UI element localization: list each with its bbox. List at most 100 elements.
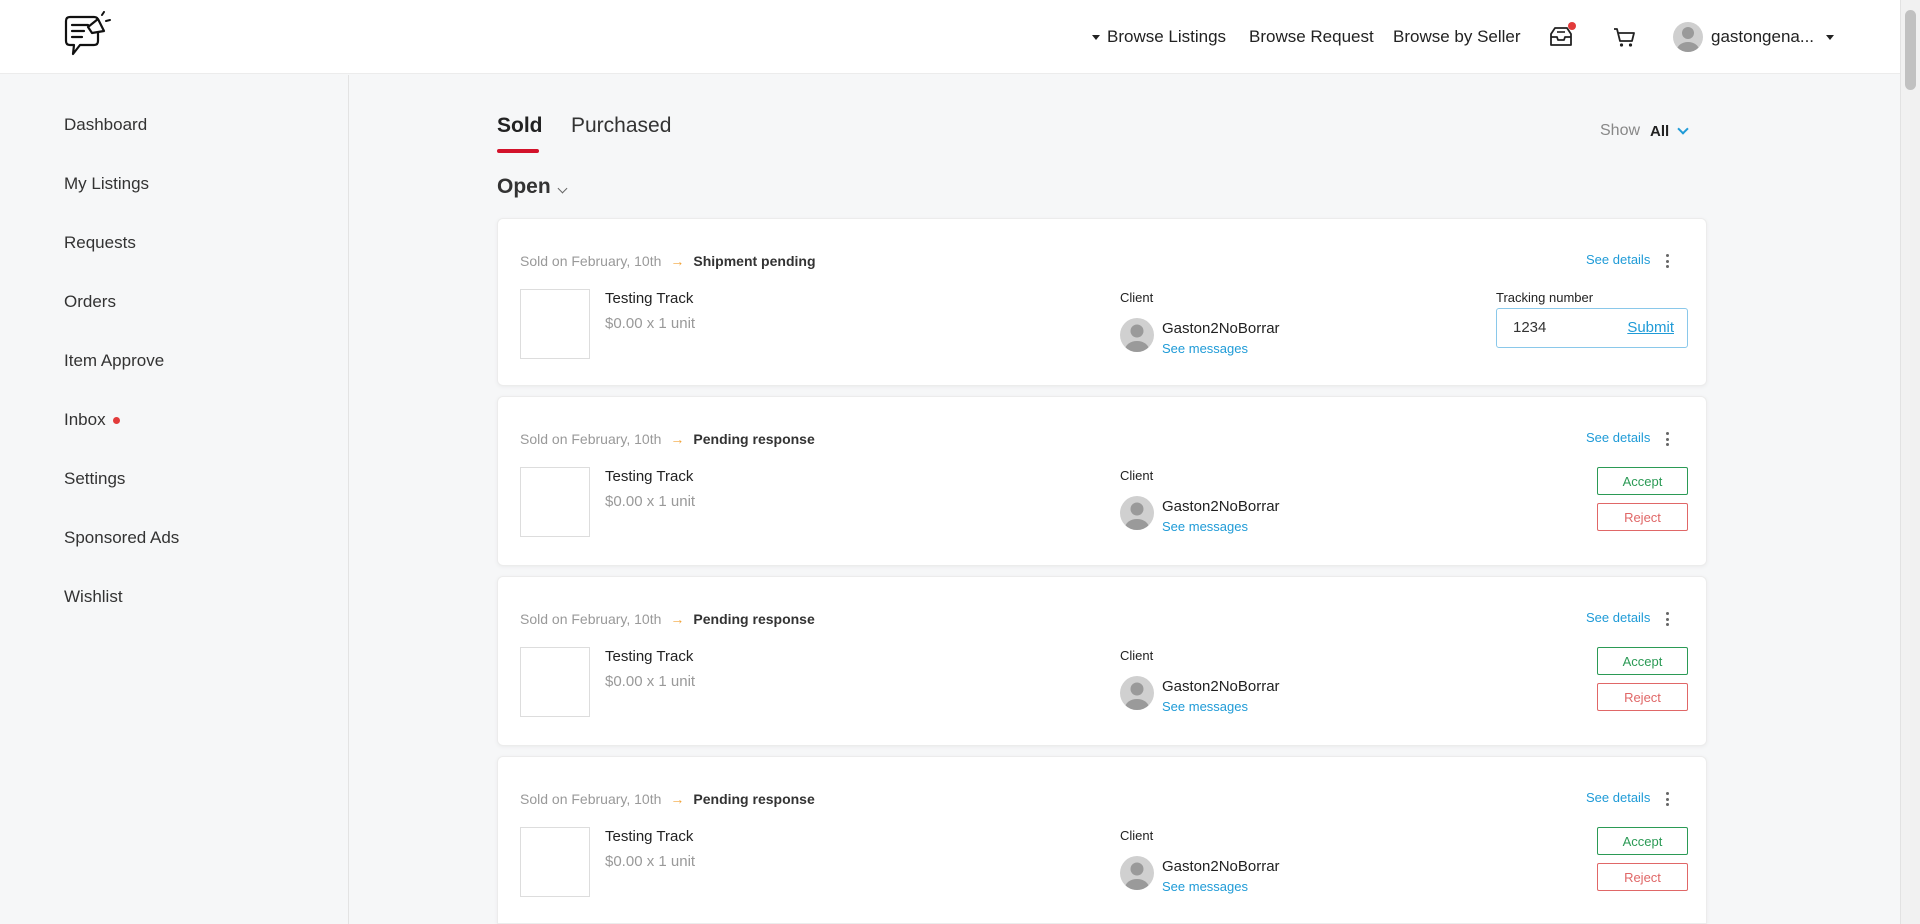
notification-dot [1568, 22, 1576, 30]
client-name: Gaston2NoBorrar [1162, 320, 1280, 337]
browse-request-label: Browse Request [1249, 27, 1374, 46]
item-thumbnail[interactable] [520, 647, 590, 717]
more-options-icon[interactable] [1662, 790, 1672, 808]
show-label: Show [1600, 122, 1641, 139]
caret-down-icon [1826, 34, 1835, 40]
tracking-number-field: Submit [1496, 308, 1688, 348]
top-header: Browse Listings Browse Request Browse by… [0, 0, 1900, 74]
submit-tracking-button[interactable]: Submit [1627, 319, 1674, 336]
browse-by-seller-link[interactable]: Browse by Seller [1393, 0, 1521, 74]
client-name: Gaston2NoBorrar [1162, 858, 1280, 875]
tracking-number-input[interactable] [1513, 319, 1613, 336]
see-details-link[interactable]: See details [1586, 610, 1650, 625]
more-options-icon[interactable] [1662, 252, 1672, 270]
client-avatar [1120, 496, 1154, 530]
sidebar-item-label: Wishlist [64, 587, 123, 606]
inbox-tray-icon[interactable] [1547, 22, 1576, 50]
sidebar-item-my-listings[interactable]: My Listings [64, 174, 149, 194]
browse-listings-menu[interactable]: Browse Listings [1092, 0, 1226, 74]
sidebar-item-wishlist[interactable]: Wishlist [64, 587, 123, 607]
order-status-line: Sold on February, 10th → Pending respons… [520, 431, 815, 447]
item-thumbnail[interactable] [520, 467, 590, 537]
client-avatar [1120, 676, 1154, 710]
item-price: $0.00 x 1 unit [605, 315, 696, 332]
page-scrollbar[interactable] [1900, 0, 1920, 924]
scrollbar-thumb[interactable] [1905, 10, 1916, 90]
sidebar-item-label: Inbox [64, 410, 106, 429]
see-messages-link[interactable]: See messages [1162, 879, 1248, 894]
sidebar-item-label: Requests [64, 233, 136, 252]
client-label: Client [1120, 648, 1154, 663]
order-card: Sold on February, 10th → Shipment pendin… [497, 218, 1707, 386]
arrow-right-icon: → [670, 611, 685, 627]
sidebar-item-dashboard[interactable]: Dashboard [64, 115, 147, 135]
sidebar-item-item-approve[interactable]: Item Approve [64, 351, 164, 371]
more-options-icon[interactable] [1662, 430, 1672, 448]
sidebar-item-orders[interactable]: Orders [64, 292, 116, 312]
item-title[interactable]: Testing Track [605, 828, 693, 845]
item-price: $0.00 x 1 unit [605, 493, 696, 510]
order-status: Pending response [693, 431, 815, 447]
tracking-number-label: Tracking number [1496, 290, 1594, 305]
item-price: $0.00 x 1 unit [605, 853, 696, 870]
arrow-right-icon: → [670, 791, 685, 807]
see-messages-link[interactable]: See messages [1162, 519, 1248, 534]
client-name: Gaston2NoBorrar [1162, 678, 1280, 695]
client-label: Client [1120, 468, 1154, 483]
order-status-line: Sold on February, 10th → Pending respons… [520, 791, 815, 807]
sidebar: Dashboard My Listings Requests Orders It… [0, 75, 349, 924]
browse-listings-label: Browse Listings [1107, 27, 1227, 46]
sold-date: Sold on February, 10th [520, 253, 662, 269]
megaphone-chat-logo[interactable] [60, 11, 112, 63]
order-card: Sold on February, 10th → Pending respons… [497, 396, 1707, 566]
see-details-link[interactable]: See details [1586, 252, 1650, 267]
reject-button[interactable]: Reject [1597, 503, 1688, 531]
chevron-down-icon [557, 183, 568, 193]
show-filter[interactable]: Show All [1600, 122, 1689, 140]
item-title[interactable]: Testing Track [605, 468, 693, 485]
sidebar-item-sponsored-ads[interactable]: Sponsored Ads [64, 528, 179, 548]
sidebar-item-label: Sponsored Ads [64, 528, 180, 547]
reject-button[interactable]: Reject [1597, 863, 1688, 891]
tab-purchased[interactable]: Purchased [571, 114, 671, 138]
item-price: $0.00 x 1 unit [605, 673, 696, 690]
see-messages-link[interactable]: See messages [1162, 699, 1248, 714]
order-status-line: Sold on February, 10th → Shipment pendin… [520, 253, 816, 269]
tab-sold[interactable]: Sold [497, 114, 543, 138]
client-avatar [1120, 318, 1154, 352]
active-tab-indicator [497, 149, 539, 153]
item-title[interactable]: Testing Track [605, 648, 693, 665]
browse-by-seller-label: Browse by Seller [1393, 27, 1521, 46]
accept-button[interactable]: Accept [1597, 827, 1688, 855]
status-filter-label: Open [497, 175, 551, 198]
status-filter-dropdown[interactable]: Open [497, 175, 568, 199]
item-thumbnail[interactable] [520, 289, 590, 359]
notification-dot [112, 417, 120, 425]
reject-button[interactable]: Reject [1597, 683, 1688, 711]
sidebar-item-inbox[interactable]: Inbox [64, 410, 120, 430]
see-messages-link[interactable]: See messages [1162, 341, 1248, 356]
sidebar-item-label: Orders [64, 292, 116, 311]
user-menu[interactable]: gastongena... [1673, 0, 1835, 74]
sold-date: Sold on February, 10th [520, 431, 662, 447]
browse-request-link[interactable]: Browse Request [1249, 0, 1374, 74]
cart-icon[interactable] [1611, 24, 1639, 50]
order-status: Pending response [693, 791, 815, 807]
item-thumbnail[interactable] [520, 827, 590, 897]
username: gastongena... [1711, 27, 1815, 46]
more-options-icon[interactable] [1662, 610, 1672, 628]
item-title[interactable]: Testing Track [605, 290, 693, 307]
accept-button[interactable]: Accept [1597, 467, 1688, 495]
see-details-link[interactable]: See details [1586, 790, 1650, 805]
avatar [1673, 22, 1703, 52]
client-label: Client [1120, 828, 1154, 843]
sidebar-item-label: My Listings [64, 174, 150, 193]
arrow-right-icon: → [670, 253, 685, 269]
sidebar-item-requests[interactable]: Requests [64, 233, 136, 253]
accept-button[interactable]: Accept [1597, 647, 1688, 675]
sold-date: Sold on February, 10th [520, 791, 662, 807]
order-card: Sold on February, 10th → Pending respons… [497, 756, 1707, 924]
sidebar-item-settings[interactable]: Settings [64, 469, 125, 489]
see-details-link[interactable]: See details [1586, 430, 1650, 445]
caret-down-icon [1092, 34, 1100, 40]
